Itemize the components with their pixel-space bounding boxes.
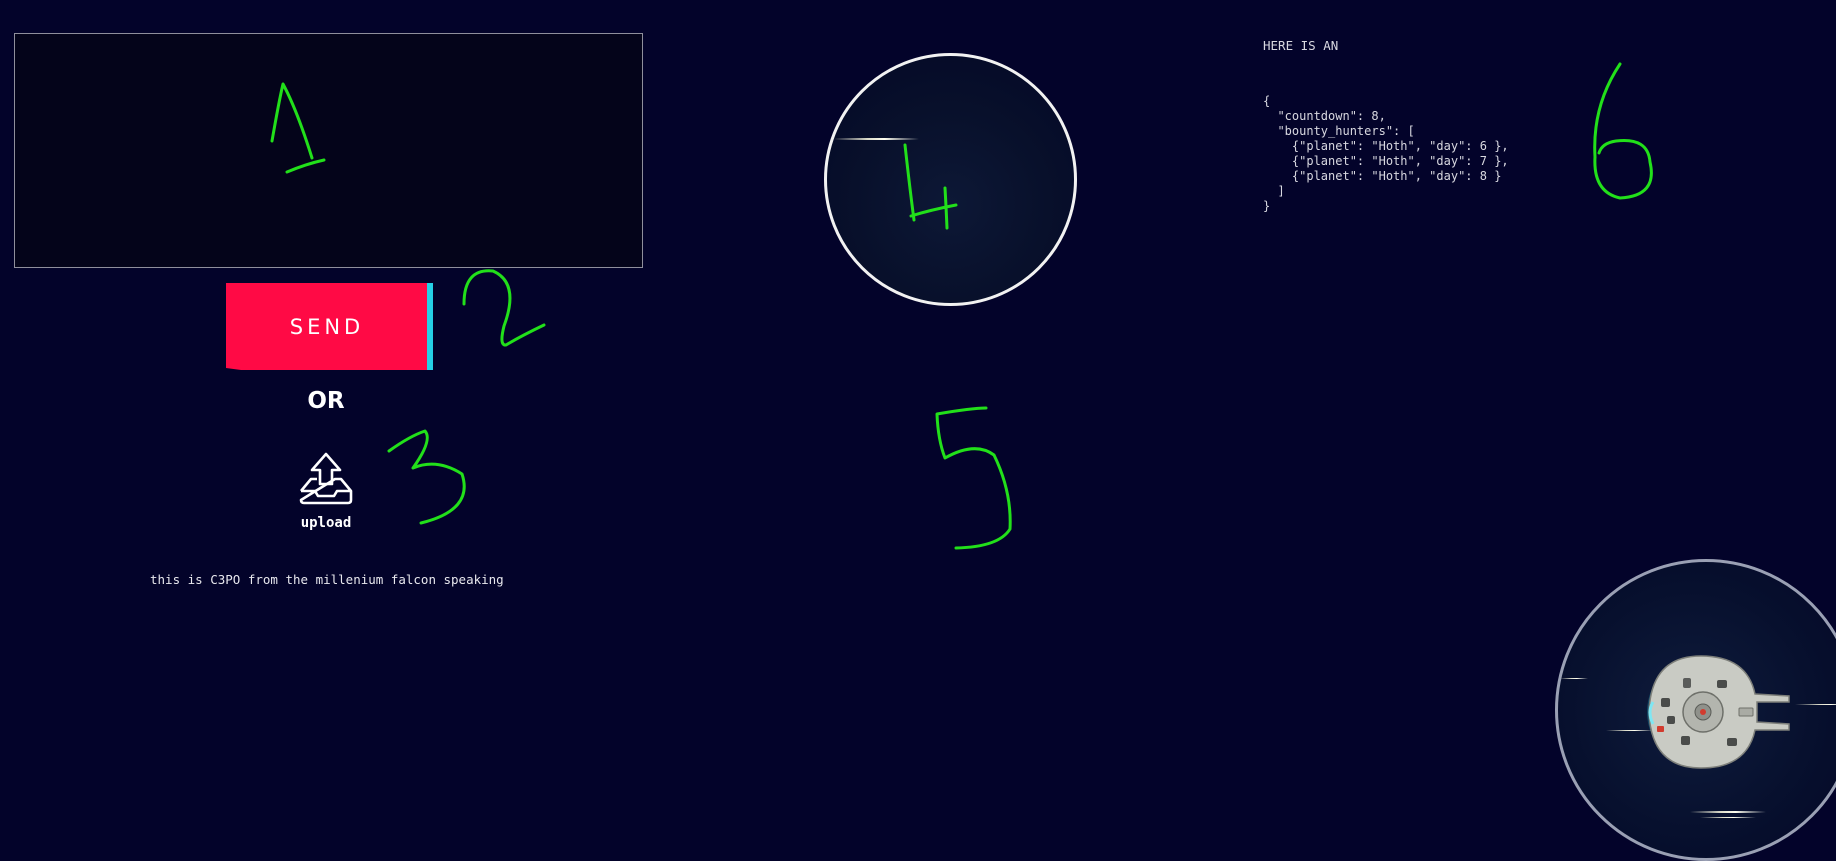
- annotation-3: [387, 429, 466, 525]
- message-input[interactable]: [14, 33, 643, 268]
- star-streak: [1690, 811, 1766, 813]
- annotation-6: [1593, 62, 1653, 200]
- star-streak: [833, 138, 919, 140]
- falcon-viewport: [1555, 559, 1836, 861]
- space-viewport: [824, 53, 1077, 306]
- send-button-accent: [427, 283, 433, 370]
- star-streak: [1795, 704, 1836, 705]
- upload-button[interactable]: upload: [291, 451, 361, 536]
- upload-tray-icon: [299, 452, 353, 505]
- millennium-falcon-icon: [1647, 655, 1790, 769]
- json-heading: HERE IS AN: [1263, 38, 1339, 53]
- star-streak: [1560, 678, 1588, 679]
- upload-label: upload: [300, 515, 352, 531]
- json-code-block: { "countdown": 8, "bounty_hunters": [ {"…: [1263, 94, 1509, 213]
- or-separator: OR: [307, 388, 345, 414]
- send-button[interactable]: SEND: [226, 283, 428, 370]
- annotation-5: [935, 406, 1012, 550]
- star-streak: [1700, 817, 1756, 818]
- annotation-2: [462, 269, 546, 347]
- status-text: this is C3PO from the millenium falcon s…: [150, 572, 504, 587]
